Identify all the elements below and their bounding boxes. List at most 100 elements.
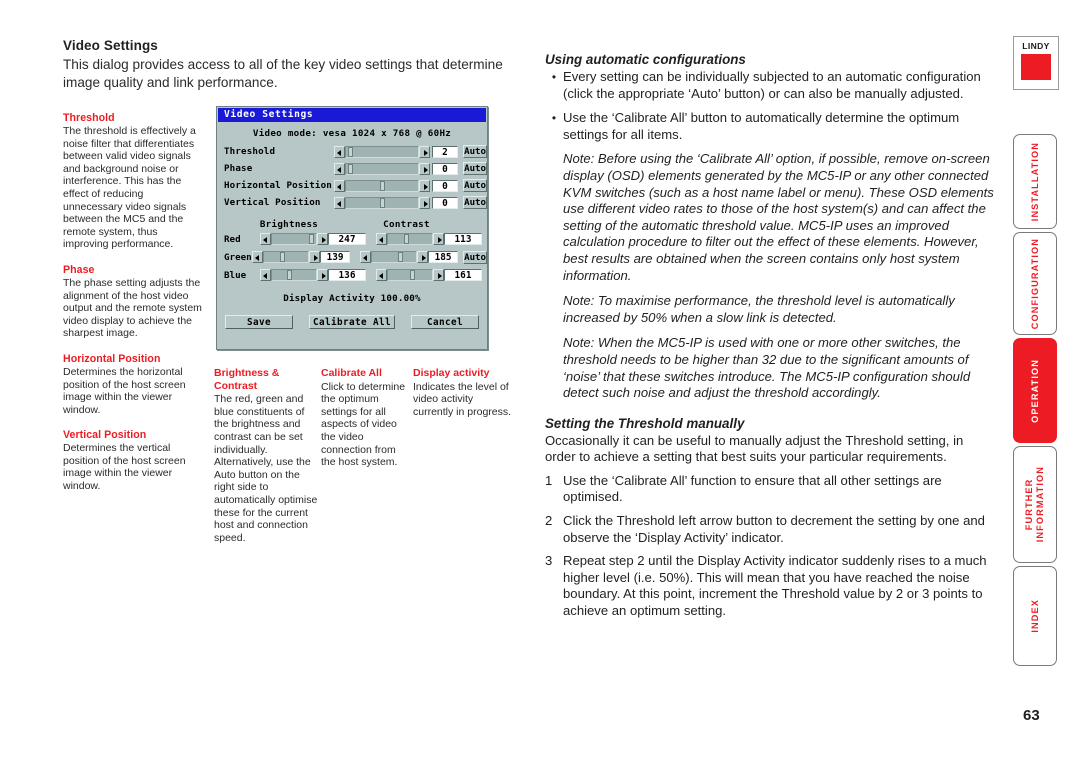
red-contrast-value[interactable]: 113 xyxy=(444,233,482,245)
red-contrast-slider[interactable] xyxy=(376,233,444,245)
slider-track[interactable] xyxy=(387,269,433,281)
slider-left-arrow-icon[interactable] xyxy=(333,196,345,209)
page-number: 63 xyxy=(1023,707,1040,724)
page-root: Video Settings This dialog provides acce… xyxy=(0,0,1080,763)
slider-thumb[interactable] xyxy=(380,197,386,208)
slider-thumb[interactable] xyxy=(286,270,292,280)
calibrate-all-button[interactable]: Calibrate All xyxy=(309,315,395,329)
brightness-contrast-auto-button[interactable]: Auto xyxy=(463,250,487,264)
green-brightness-value[interactable]: 139 xyxy=(320,251,351,263)
horizontal-position-value[interactable]: 0 xyxy=(431,179,459,192)
slider-right-arrow-icon[interactable] xyxy=(418,179,430,192)
blue-contrast-slider[interactable] xyxy=(376,269,444,281)
setting-row-vertical-position: Vertical Position 0 Auto xyxy=(217,194,487,211)
bullet-dot-icon: • xyxy=(551,70,557,84)
caption-body: Click to determine the optimum settings … xyxy=(321,380,406,469)
slider-track[interactable] xyxy=(263,251,310,263)
slider-track[interactable] xyxy=(271,233,317,245)
slider-left-arrow-icon[interactable] xyxy=(333,179,345,192)
note-phase: Phase The phase setting adjusts the alig… xyxy=(63,264,203,340)
slider-thumb[interactable] xyxy=(348,163,354,174)
slider-right-arrow-icon[interactable] xyxy=(417,251,429,263)
save-button[interactable]: Save xyxy=(225,315,293,329)
slider-thumb[interactable] xyxy=(308,234,314,244)
slider-left-arrow-icon[interactable] xyxy=(376,233,387,245)
slider-right-arrow-icon[interactable] xyxy=(433,233,444,245)
slider-right-arrow-icon[interactable] xyxy=(317,233,328,245)
threshold-slider[interactable] xyxy=(333,145,430,158)
slider-track[interactable] xyxy=(371,251,418,263)
sidebar-tab-installation[interactable]: INSTALLATION xyxy=(1013,134,1057,229)
vertical-position-auto-button[interactable]: Auto xyxy=(463,196,487,209)
bullet-item: • Use the ‘Calibrate All’ button to auto… xyxy=(545,110,997,143)
slider-track[interactable] xyxy=(271,269,317,281)
step-number: 2 xyxy=(545,513,553,529)
slider-right-arrow-icon[interactable] xyxy=(418,162,430,175)
sidebar-tab-operation[interactable]: OPERATION xyxy=(1013,338,1057,443)
slider-track[interactable] xyxy=(344,145,419,158)
cancel-button[interactable]: Cancel xyxy=(411,315,479,329)
bullet-text: Use the ‘Calibrate All’ button to automa… xyxy=(563,110,960,142)
note-paragraph: Note: When the MC5-IP is used with one o… xyxy=(563,335,971,401)
horizontal-position-auto-button[interactable]: Auto xyxy=(463,179,487,192)
lindy-logo: LINDY xyxy=(1013,36,1059,90)
slider-thumb[interactable] xyxy=(380,180,386,191)
slider-track[interactable] xyxy=(344,196,419,209)
note-heading: Horizontal Position xyxy=(63,352,161,365)
slider-left-arrow-icon[interactable] xyxy=(260,269,271,281)
logo-square-icon xyxy=(1021,54,1051,80)
caption-heading: Display activity xyxy=(413,367,490,379)
slider-thumb[interactable] xyxy=(403,234,409,244)
section-threshold-manually: Setting the Threshold manually Occasiona… xyxy=(545,416,997,620)
color-label: Green xyxy=(224,251,252,263)
threshold-auto-button[interactable]: Auto xyxy=(463,145,487,158)
green-contrast-slider[interactable] xyxy=(360,251,429,263)
phase-slider[interactable] xyxy=(333,162,430,175)
slider-left-arrow-icon[interactable] xyxy=(333,162,345,175)
slider-track[interactable] xyxy=(344,162,419,175)
note-paragraph: Note: Before using the ‘Calibrate All’ o… xyxy=(563,151,994,283)
threshold-value[interactable]: 2 xyxy=(431,145,459,158)
sidebar-tab-index[interactable]: INDEX xyxy=(1013,566,1057,666)
sidebar-tab-further-information[interactable]: FURTHER INFORMATION xyxy=(1013,446,1057,563)
slider-right-arrow-icon[interactable] xyxy=(309,251,321,263)
slider-right-arrow-icon[interactable] xyxy=(433,269,444,281)
horizontal-position-slider[interactable] xyxy=(333,179,430,192)
phase-auto-button[interactable]: Auto xyxy=(463,162,487,175)
slider-left-arrow-icon[interactable] xyxy=(360,251,372,263)
slider-left-arrow-icon[interactable] xyxy=(260,233,271,245)
bullet-item: • Every setting can be individually subj… xyxy=(545,69,997,102)
green-brightness-slider[interactable] xyxy=(252,251,321,263)
video-settings-dialog[interactable]: Video Settings Video mode: vesa 1024 x 7… xyxy=(216,106,488,350)
slider-right-arrow-icon[interactable] xyxy=(317,269,328,281)
slider-track[interactable] xyxy=(344,179,419,192)
brightness-contrast-headers: Brightness Contrast xyxy=(217,219,487,230)
section-heading-setting-threshold: Setting the Threshold manually xyxy=(545,415,745,431)
slider-left-arrow-icon[interactable] xyxy=(252,251,264,263)
tab-label: OPERATION xyxy=(1029,358,1040,423)
intro-block: Video Settings This dialog provides acce… xyxy=(63,38,513,91)
slider-thumb[interactable] xyxy=(397,252,403,262)
row-label: Phase xyxy=(224,163,253,174)
note-body: The threshold is effectively a noise fil… xyxy=(63,125,196,251)
blue-contrast-value[interactable]: 161 xyxy=(444,269,482,281)
slider-track[interactable] xyxy=(387,233,433,245)
green-contrast-value[interactable]: 185 xyxy=(428,251,459,263)
vertical-position-value[interactable]: 0 xyxy=(431,196,459,209)
blue-brightness-value[interactable]: 136 xyxy=(328,269,366,281)
slider-left-arrow-icon[interactable] xyxy=(376,269,387,281)
phase-value[interactable]: 0 xyxy=(431,162,459,175)
slider-right-arrow-icon[interactable] xyxy=(418,145,430,158)
slider-left-arrow-icon[interactable] xyxy=(333,145,345,158)
tab-label: INSTALLATION xyxy=(1029,141,1040,222)
slider-right-arrow-icon[interactable] xyxy=(418,196,430,209)
blue-brightness-slider[interactable] xyxy=(260,269,328,281)
red-brightness-slider[interactable] xyxy=(260,233,328,245)
red-brightness-value[interactable]: 247 xyxy=(328,233,366,245)
contrast-header: Contrast xyxy=(383,219,430,230)
slider-thumb[interactable] xyxy=(348,146,354,157)
slider-thumb[interactable] xyxy=(279,252,285,262)
slider-thumb[interactable] xyxy=(410,270,415,280)
vertical-position-slider[interactable] xyxy=(333,196,430,209)
sidebar-tab-configuration[interactable]: CONFIGURATION xyxy=(1013,232,1057,335)
